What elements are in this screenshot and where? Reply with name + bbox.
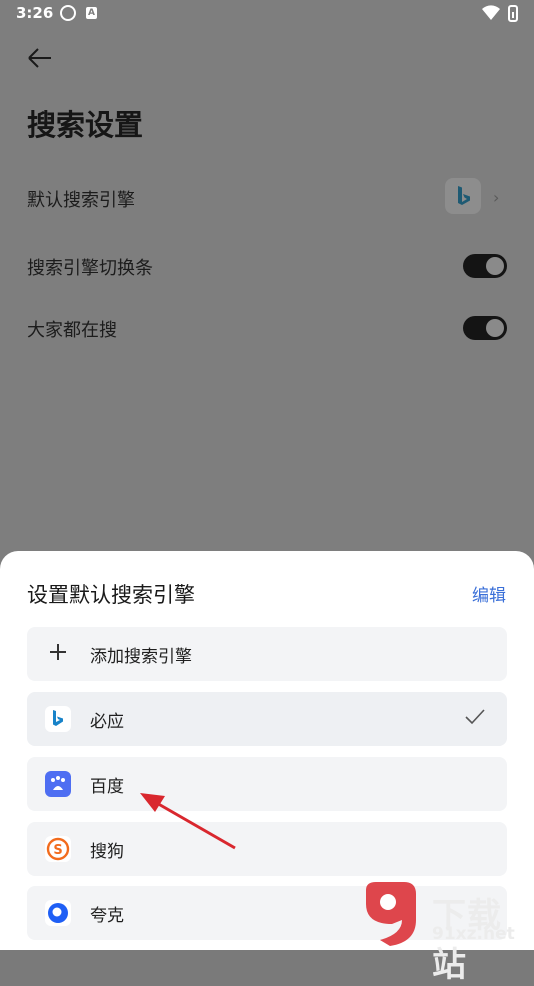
toggle-knob xyxy=(486,257,504,275)
default-engine-row[interactable]: 默认搜索引擎 › xyxy=(27,176,507,220)
engine-item-baidu[interactable]: 百度 xyxy=(27,757,507,811)
chevron-right-icon: › xyxy=(493,188,500,207)
sheet-title: 设置默认搜索引擎 xyxy=(27,583,195,607)
switch-bar-row: 搜索引擎切换条 xyxy=(27,244,507,288)
popular-search-label: 大家都在搜 xyxy=(27,320,117,341)
current-engine-badge xyxy=(445,178,481,214)
engine-item-sogou[interactable]: S 搜狗 xyxy=(27,822,507,876)
switch-bar-label: 搜索引擎切换条 xyxy=(27,258,153,279)
bing-icon xyxy=(458,186,470,205)
popular-search-row: 大家都在搜 xyxy=(27,306,507,350)
svg-text:S: S xyxy=(53,843,62,858)
watermark-url: 91xz.net xyxy=(432,924,515,944)
default-engine-label: 默认搜索引擎 xyxy=(27,190,135,211)
popular-search-toggle[interactable] xyxy=(463,316,507,340)
edit-button[interactable]: 编辑 xyxy=(472,581,506,606)
toggle-knob xyxy=(486,319,504,337)
back-arrow-icon[interactable] xyxy=(26,45,54,71)
add-engine-button[interactable]: 添加搜索引擎 xyxy=(27,627,507,681)
engine-label: 夸克 xyxy=(90,906,124,926)
baidu-icon xyxy=(45,771,71,797)
plus-icon xyxy=(49,643,67,661)
app-notification-icon: A xyxy=(86,7,97,19)
check-icon xyxy=(465,709,485,725)
aperture-icon xyxy=(60,5,76,21)
battery-icon xyxy=(508,5,518,22)
engine-label: 必应 xyxy=(90,712,124,732)
engine-item-bing[interactable]: 必应 xyxy=(27,692,507,746)
annotation-arrow xyxy=(140,793,236,850)
switch-bar-toggle[interactable] xyxy=(463,254,507,278)
page-title: 搜索设置 xyxy=(27,108,144,142)
engine-label: 百度 xyxy=(90,777,124,797)
add-engine-label: 添加搜索引擎 xyxy=(90,647,192,667)
app-screen: 3:26 A 搜索设置 默认搜索引擎 › 搜索引擎切换条 大家都在搜 设置默认搜… xyxy=(0,0,534,985)
wifi-icon xyxy=(482,5,500,21)
bing-icon xyxy=(45,706,71,732)
status-bar: 3:26 A xyxy=(0,0,534,28)
quark-icon xyxy=(45,900,71,926)
engine-label: 搜狗 xyxy=(90,842,124,862)
status-time: 3:26 xyxy=(16,4,54,22)
sogou-icon: S xyxy=(45,836,71,862)
